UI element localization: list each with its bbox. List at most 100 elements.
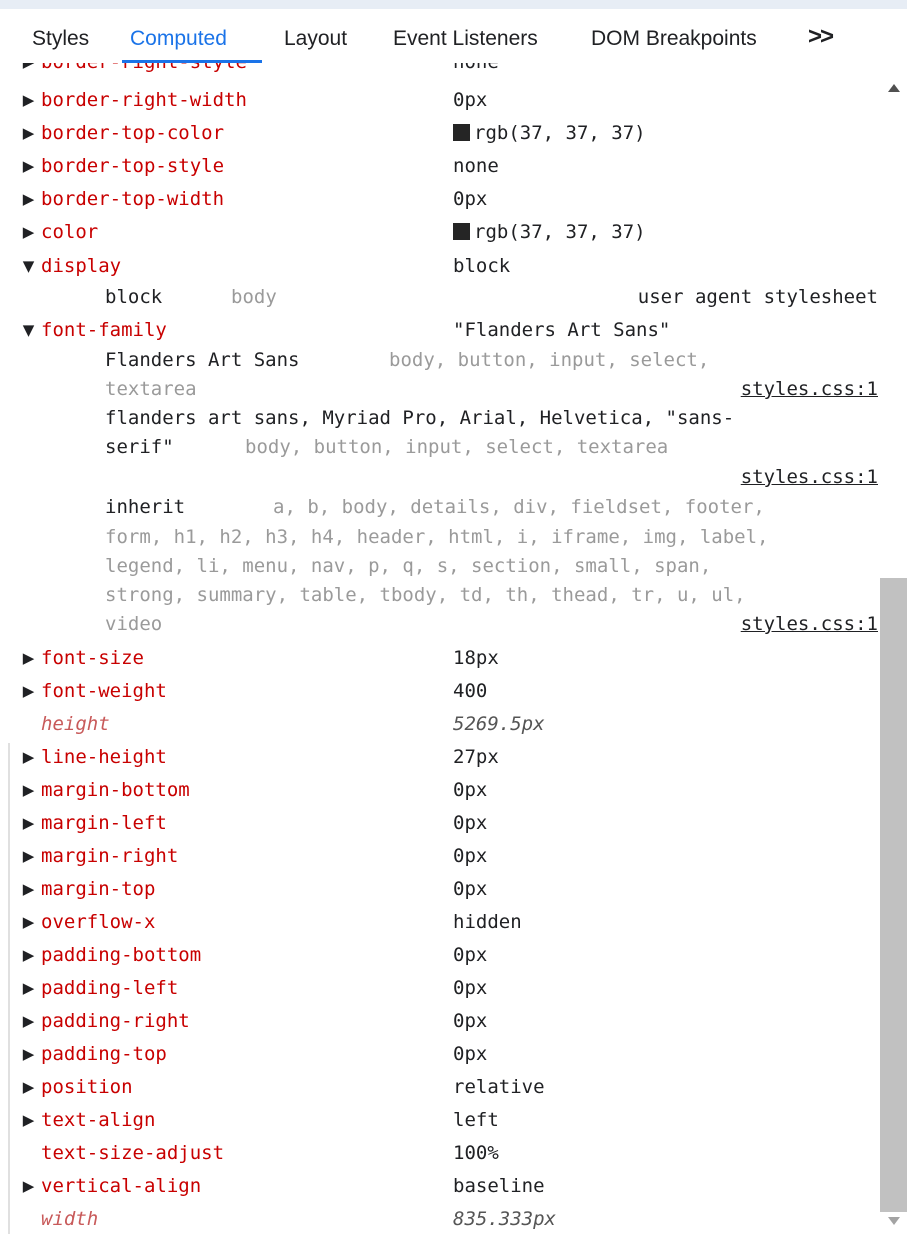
property-name: margin-left	[41, 812, 167, 834]
property-name: font-family	[41, 319, 167, 341]
collapse-arrow-icon[interactable]: ▼	[20, 250, 37, 283]
expand-arrow-icon[interactable]: ▶	[20, 939, 37, 972]
tab-event-listeners[interactable]: Event Listeners	[393, 27, 538, 51]
expand-arrow-icon[interactable]: ▶	[20, 84, 37, 117]
scroll-down-arrow-icon[interactable]	[888, 1217, 900, 1225]
property-name: border-top-color	[41, 122, 225, 144]
property-value: 835.333px	[453, 1208, 556, 1230]
property-name: text-size-adjust	[41, 1142, 225, 1164]
property-value: 0px	[453, 188, 488, 210]
property-value: hidden	[453, 911, 522, 933]
expand-arrow-icon[interactable]: ▶	[20, 873, 37, 906]
property-row-expanded[interactable]: ▼ display block	[0, 250, 878, 283]
expand-arrow-icon[interactable]: ▶	[20, 906, 37, 939]
property-row-inherited[interactable]: width 835.333px	[0, 1203, 878, 1234]
trace-source: user agent stylesheet	[637, 286, 878, 308]
trace-value: serif"	[105, 436, 174, 458]
property-value: 18px	[453, 647, 499, 669]
property-row[interactable]: ▶ margin-top 0px	[0, 873, 878, 906]
scrollbar-thumb[interactable]	[880, 578, 907, 1212]
expand-arrow-icon[interactable]: ▶	[20, 642, 37, 675]
expand-arrow-icon[interactable]: ▶	[20, 1170, 37, 1203]
color-value-text: rgb(37, 37, 37)	[474, 221, 646, 243]
tab-layout[interactable]: Layout	[284, 27, 347, 51]
property-name: border-top-width	[41, 188, 225, 210]
property-value: 400	[453, 680, 488, 702]
property-value: none	[453, 63, 499, 79]
property-name: vertical-align	[41, 1175, 202, 1197]
property-row[interactable]: ▶ padding-bottom 0px	[0, 939, 878, 972]
trace-source-link[interactable]: styles.css:1	[741, 608, 878, 641]
property-row[interactable]: ▶ padding-left 0px	[0, 972, 878, 1005]
property-row[interactable]: ▶ line-height 27px	[0, 741, 878, 774]
property-value: left	[453, 1109, 499, 1131]
property-row[interactable]: ▶ margin-bottom 0px	[0, 774, 878, 807]
panel-tab-bar: Styles Computed Layout Event Listeners D…	[0, 9, 907, 63]
property-row[interactable]: ▶ padding-right 0px	[0, 1005, 878, 1038]
property-value: 0px	[453, 779, 488, 801]
tab-styles[interactable]: Styles	[32, 27, 89, 51]
property-row-inherited[interactable]: height 5269.5px	[0, 708, 878, 741]
double-chevron-right-icon[interactable]: >>	[808, 23, 834, 51]
expand-arrow-icon[interactable]: ▶	[20, 972, 37, 1005]
property-name: margin-top	[41, 878, 156, 900]
window-top-strip	[0, 0, 907, 9]
property-value: 0px	[453, 845, 488, 867]
property-name: position	[41, 1076, 133, 1098]
expand-arrow-icon[interactable]: ▶	[20, 1038, 37, 1071]
property-trace-cont: video styles.css:1	[0, 608, 878, 641]
property-value: 0px	[453, 89, 488, 111]
property-row[interactable]: ▶ border-top-color rgb(37, 37, 37)	[0, 117, 878, 150]
color-swatch[interactable]	[453, 223, 470, 240]
trace-source-link[interactable]: styles.css:1	[741, 461, 878, 494]
property-value: baseline	[453, 1175, 545, 1197]
trace-value: block	[105, 286, 163, 308]
property-row[interactable]: ▶ text-align left	[0, 1104, 878, 1137]
tab-dom-breakpoints[interactable]: DOM Breakpoints	[591, 27, 757, 51]
property-value: relative	[453, 1076, 545, 1098]
property-value: 5269.5px	[453, 713, 545, 735]
property-name: height	[41, 713, 110, 735]
property-row[interactable]: ▶ margin-right 0px	[0, 840, 878, 873]
tab-computed[interactable]: Computed	[130, 27, 227, 51]
property-row[interactable]: ▶ border-right-style none	[0, 63, 878, 79]
expand-arrow-icon[interactable]: ▶	[20, 216, 37, 249]
expand-arrow-icon[interactable]: ▶	[20, 63, 37, 79]
property-row[interactable]: ▶ color rgb(37, 37, 37)	[0, 216, 878, 249]
expand-arrow-icon[interactable]: ▶	[20, 117, 37, 150]
property-value: 0px	[453, 944, 488, 966]
property-row[interactable]: ▶ overflow-x hidden	[0, 906, 878, 939]
expand-arrow-icon[interactable]: ▶	[20, 840, 37, 873]
property-row[interactable]: ▶ position relative	[0, 1071, 878, 1104]
property-trace-cont: serif" body, button, input, select, text…	[0, 431, 878, 464]
property-value: rgb(37, 37, 37)	[453, 117, 646, 150]
expand-arrow-icon[interactable]: ▶	[20, 1104, 37, 1137]
property-row[interactable]: ▶ border-top-style none	[0, 150, 878, 183]
expand-arrow-icon[interactable]: ▶	[20, 741, 37, 774]
property-value: 0px	[453, 812, 488, 834]
property-value: none	[453, 155, 499, 177]
property-row[interactable]: ▶ border-top-width 0px	[0, 183, 878, 216]
property-row[interactable]: ▶ vertical-align baseline	[0, 1170, 878, 1203]
property-row[interactable]: text-size-adjust 100%	[0, 1137, 878, 1170]
property-name: padding-bottom	[41, 944, 202, 966]
property-row-expanded[interactable]: ▼ font-family "Flanders Art Sans"	[0, 314, 878, 347]
property-name: display	[41, 255, 122, 277]
property-row[interactable]: ▶ font-size 18px	[0, 642, 878, 675]
expand-arrow-icon[interactable]: ▶	[20, 183, 37, 216]
collapse-arrow-icon[interactable]: ▼	[20, 314, 37, 347]
property-row[interactable]: ▶ padding-top 0px	[0, 1038, 878, 1071]
expand-arrow-icon[interactable]: ▶	[20, 1005, 37, 1038]
expand-arrow-icon[interactable]: ▶	[20, 807, 37, 840]
property-name: padding-left	[41, 977, 179, 999]
property-row[interactable]: ▶ margin-left 0px	[0, 807, 878, 840]
expand-arrow-icon[interactable]: ▶	[20, 150, 37, 183]
property-row[interactable]: ▶ border-right-width 0px	[0, 84, 878, 117]
color-swatch[interactable]	[453, 124, 470, 141]
property-row[interactable]: ▶ font-weight 400	[0, 675, 878, 708]
property-name: line-height	[41, 746, 167, 768]
expand-arrow-icon[interactable]: ▶	[20, 1071, 37, 1104]
expand-arrow-icon[interactable]: ▶	[20, 675, 37, 708]
expand-arrow-icon[interactable]: ▶	[20, 774, 37, 807]
scroll-up-arrow-icon[interactable]	[888, 84, 900, 92]
